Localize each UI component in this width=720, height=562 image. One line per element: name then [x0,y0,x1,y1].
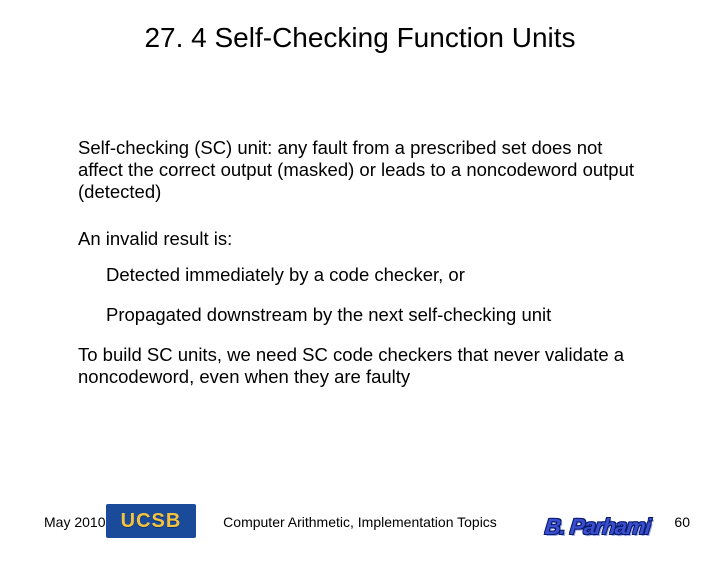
list-item-detected: Detected immediately by a code checker, … [106,264,648,286]
slide-footer: May 2010 UCSB Computer Arithmetic, Imple… [0,496,720,536]
paragraph-invalid-intro: An invalid result is: [78,228,648,250]
list-item-propagated: Propagated downstream by the next self-c… [106,304,648,326]
slide: 27. 4 Self-Checking Function Units Self-… [0,22,720,562]
paragraph-build: To build SC units, we need SC code check… [78,344,648,388]
author-signature-icon: B. Parhami [544,514,652,540]
footer-page-number: 60 [674,514,690,530]
slide-body: Self-checking (SC) unit: any fault from … [78,137,648,388]
paragraph-definition: Self-checking (SC) unit: any fault from … [78,137,648,202]
slide-title: 27. 4 Self-Checking Function Units [0,22,720,54]
